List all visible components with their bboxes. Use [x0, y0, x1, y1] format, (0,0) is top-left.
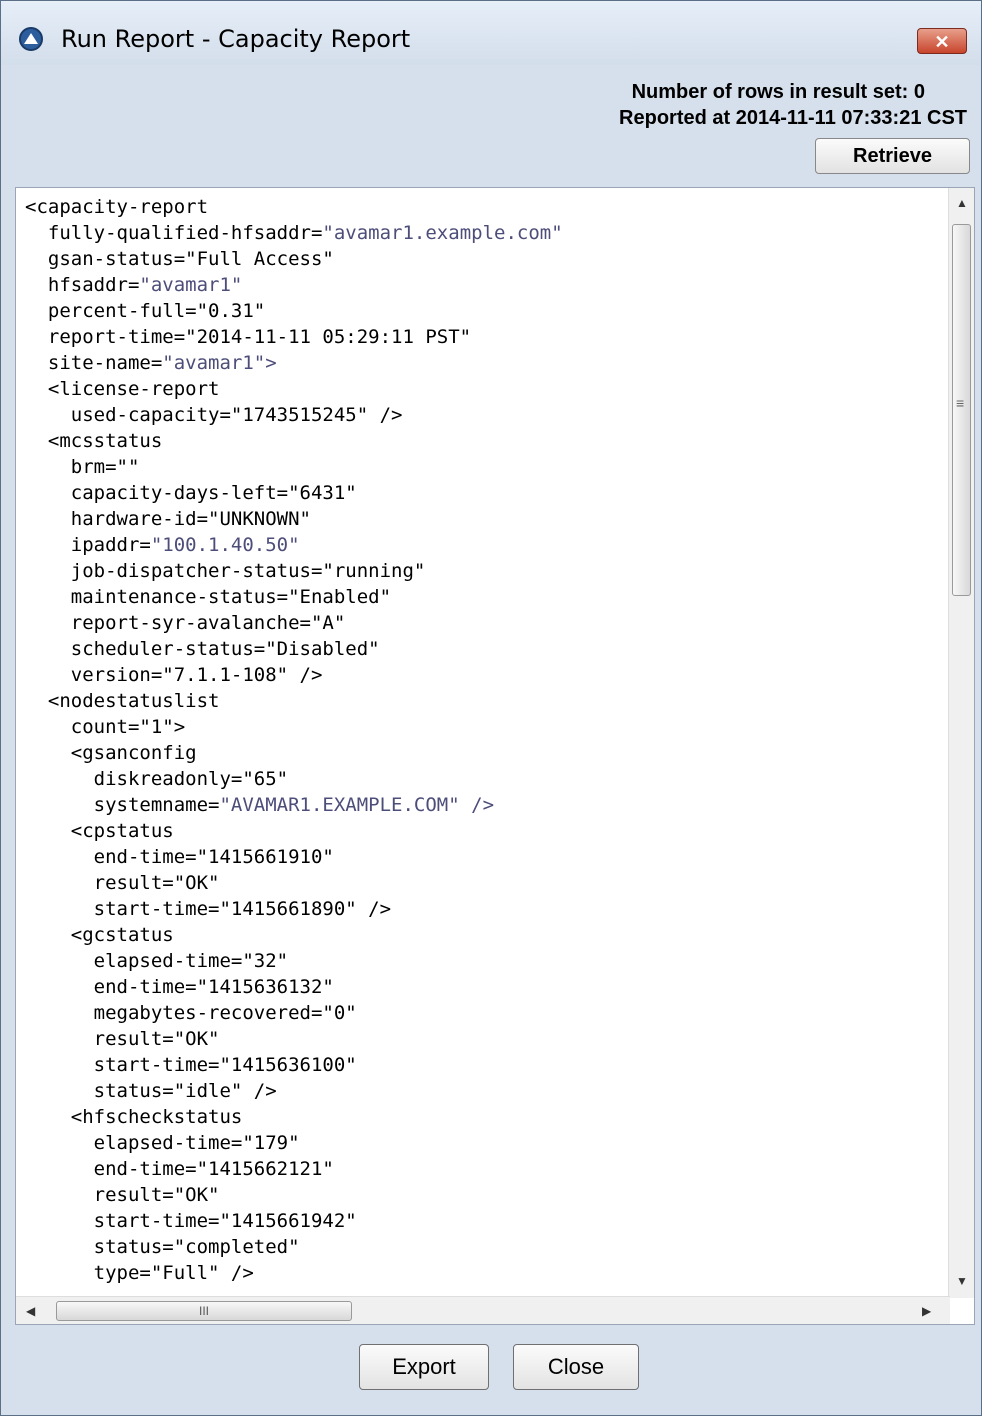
reported-at-label: Reported at 2014-11-11 07:33:21 CST — [619, 107, 967, 129]
report-line: result="OK" — [25, 1028, 220, 1050]
vertical-scroll-thumb[interactable]: ≡ — [952, 224, 971, 596]
window-close-button[interactable]: ✕ — [917, 28, 967, 54]
scroll-up-arrow-icon[interactable]: ▲ — [956, 196, 968, 210]
close-button[interactable]: Close — [513, 1344, 639, 1390]
report-line: end-time="1415636132" — [25, 976, 334, 998]
avamar-app-icon — [19, 27, 43, 51]
report-line: result="OK" — [25, 872, 220, 894]
report-line: status="completed" — [25, 1236, 300, 1258]
horizontal-scrollbar[interactable]: ◀ III ▶ — [16, 1296, 950, 1324]
report-line: <mcsstatus — [25, 430, 163, 452]
report-line: gsan-status="Full Access" — [25, 248, 334, 270]
report-line: ipaddr="100.1.40.50" — [25, 534, 300, 556]
report-line: percent-full="0.31" — [25, 300, 266, 322]
horizontal-scroll-thumb[interactable]: III — [56, 1301, 352, 1321]
report-line: report-syr-avalanche="A" — [25, 612, 346, 634]
report-line: <gsanconfig — [25, 742, 197, 764]
retrieve-button[interactable]: Retrieve — [815, 138, 970, 174]
report-line: <license-report — [25, 378, 220, 400]
scroll-left-arrow-icon[interactable]: ◀ — [26, 1304, 35, 1318]
report-line: type="Full" /> — [25, 1262, 254, 1284]
window-title: Run Report - Capacity Report — [61, 25, 411, 53]
report-xml-text: <capacity-report fully-qualified-hfsaddr… — [25, 194, 563, 1286]
report-line: result="OK" — [25, 1184, 220, 1206]
report-line: start-time="1415661942" — [25, 1210, 357, 1232]
scroll-right-arrow-icon[interactable]: ▶ — [922, 1304, 931, 1318]
report-line: <nodestatuslist — [25, 690, 220, 712]
report-line: site-name="avamar1"> — [25, 352, 277, 374]
report-line: used-capacity="1743515245" /> — [25, 404, 403, 426]
report-line: start-time="1415636100" — [25, 1054, 357, 1076]
report-line: <cpstatus — [25, 820, 174, 842]
report-line: count="1"> — [25, 716, 186, 738]
export-button[interactable]: Export — [359, 1344, 489, 1390]
run-report-dialog: Run Report - Capacity Report ✕ Number of… — [0, 0, 982, 1416]
report-line: <capacity-report — [25, 196, 209, 218]
report-line: report-time="2014-11-11 05:29:11 PST" — [25, 326, 472, 348]
report-line: version="7.1.1-108" /> — [25, 664, 323, 686]
report-line: elapsed-time="179" — [25, 1132, 300, 1154]
report-line: <gcstatus — [25, 924, 174, 946]
report-line: diskreadonly="65" — [25, 768, 289, 790]
report-line: end-time="1415661910" — [25, 846, 334, 868]
report-line: systemname="AVAMAR1.EXAMPLE.COM" /> — [25, 794, 495, 816]
report-line: capacity-days-left="6431" — [25, 482, 357, 504]
report-line: start-time="1415661890" /> — [25, 898, 392, 920]
grip-icon: ≡ — [956, 395, 965, 411]
report-line: status="idle" /> — [25, 1080, 277, 1102]
report-line: end-time="1415662121" — [25, 1158, 334, 1180]
report-line: fully-qualified-hfsaddr="avamar1.example… — [25, 222, 563, 244]
report-line: maintenance-status="Enabled" — [25, 586, 392, 608]
report-line: elapsed-time="32" — [25, 950, 289, 972]
rows-count-label: Number of rows in result set: 0 — [631, 81, 925, 103]
report-line: megabytes-recovered="0" — [25, 1002, 357, 1024]
report-line: hardware-id="UNKNOWN" — [25, 508, 311, 530]
vertical-scrollbar[interactable]: ▲ ≡ ▼ — [948, 188, 974, 1298]
report-line: hfsaddr="avamar1" — [25, 274, 243, 296]
report-line: scheduler-status="Disabled" — [25, 638, 380, 660]
report-line: <hfscheckstatus — [25, 1106, 243, 1128]
report-line: brm="" — [25, 456, 140, 478]
title-bar[interactable]: Run Report - Capacity Report ✕ — [1, 1, 981, 65]
report-line: job-dispatcher-status="running" — [25, 560, 426, 582]
report-xml-view[interactable]: <capacity-report fully-qualified-hfsaddr… — [15, 187, 975, 1325]
scroll-down-arrow-icon[interactable]: ▼ — [956, 1274, 968, 1288]
